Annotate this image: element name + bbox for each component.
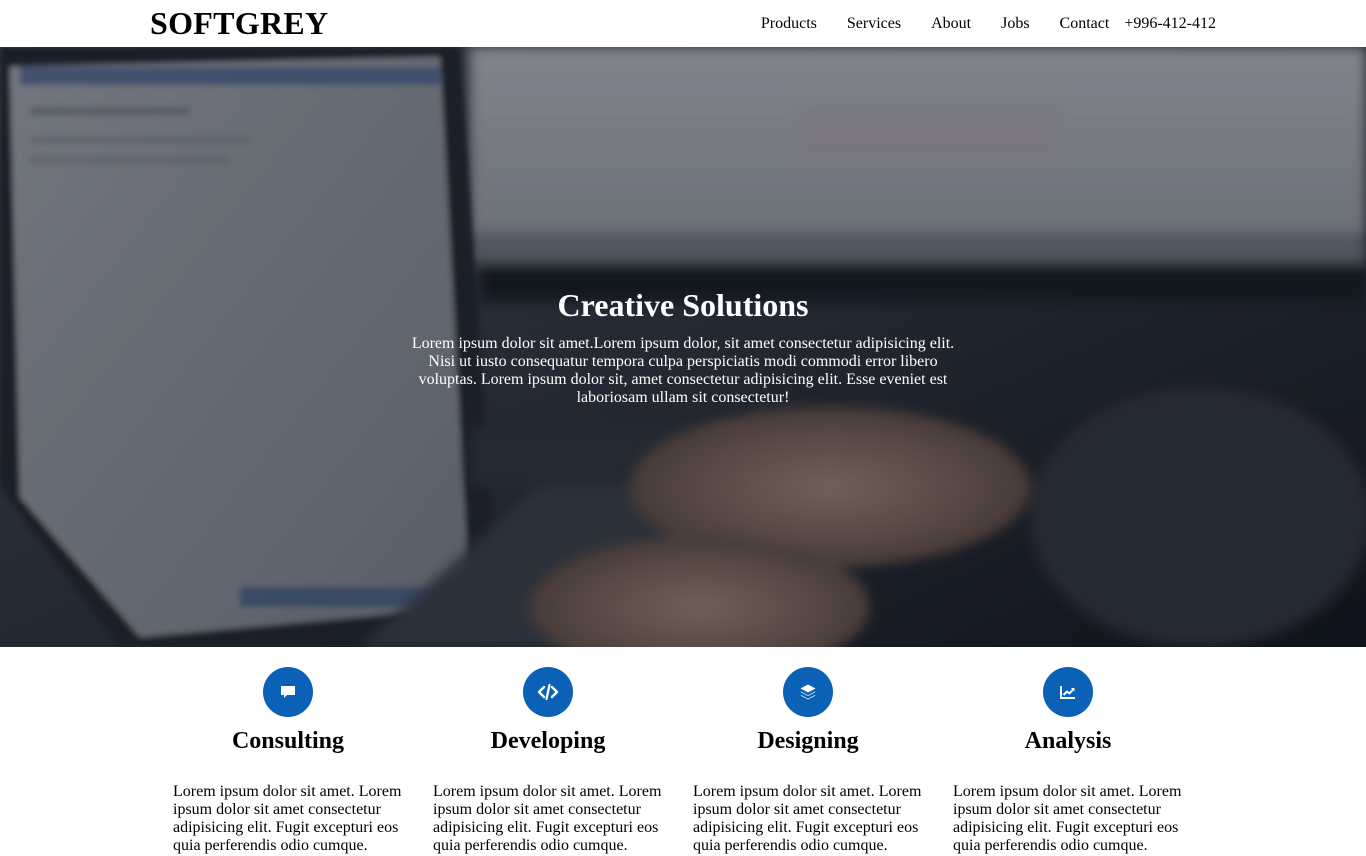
service-description: Lorem ipsum dolor sit amet. Lorem ipsum …: [953, 783, 1182, 854]
service-title: Designing: [757, 728, 859, 754]
service-title: Developing: [490, 728, 606, 754]
nav-services-link[interactable]: Services: [847, 14, 901, 34]
nav-jobs-link[interactable]: Jobs: [1001, 14, 1029, 34]
services-section: Consulting Lorem ipsum dolor sit amet. L…: [173, 667, 1193, 855]
chart-line-icon: [1043, 667, 1093, 717]
service-card-designing: Designing Lorem ipsum dolor sit amet. Lo…: [693, 667, 923, 855]
nav-contact-link[interactable]: Contact: [1060, 14, 1110, 34]
site-header: SOFTGREY Products Services About Jobs Co…: [0, 0, 1366, 47]
nav-about-link[interactable]: About: [931, 14, 971, 34]
hero-description: Lorem ipsum dolor sit amet.Lorem ipsum d…: [411, 335, 955, 406]
service-title: Analysis: [1024, 728, 1112, 754]
layers-icon: [783, 667, 833, 717]
hero-section: Creative Solutions Lorem ipsum dolor sit…: [0, 47, 1366, 647]
comment-icon: [263, 667, 313, 717]
service-title: Consulting: [231, 728, 345, 754]
phone-number: +996-412-412: [1124, 15, 1216, 32]
service-card-consulting: Consulting Lorem ipsum dolor sit amet. L…: [173, 667, 403, 855]
service-description: Lorem ipsum dolor sit amet. Lorem ipsum …: [693, 783, 922, 854]
nav-products-link[interactable]: Products: [761, 14, 817, 34]
service-card-analysis: Analysis Lorem ipsum dolor sit amet. Lor…: [953, 667, 1183, 855]
service-description: Lorem ipsum dolor sit amet. Lorem ipsum …: [433, 783, 662, 854]
hero-content: Creative Solutions Lorem ipsum dolor sit…: [408, 285, 958, 407]
service-description: Lorem ipsum dolor sit amet. Lorem ipsum …: [173, 783, 402, 854]
service-card-developing: Developing Lorem ipsum dolor sit amet. L…: [433, 667, 663, 855]
main-nav: Products Services About Jobs Contact +99…: [761, 14, 1216, 34]
code-icon: [523, 667, 573, 717]
site-logo[interactable]: SOFTGREY: [150, 5, 328, 41]
hero-title: Creative Solutions: [557, 287, 809, 323]
